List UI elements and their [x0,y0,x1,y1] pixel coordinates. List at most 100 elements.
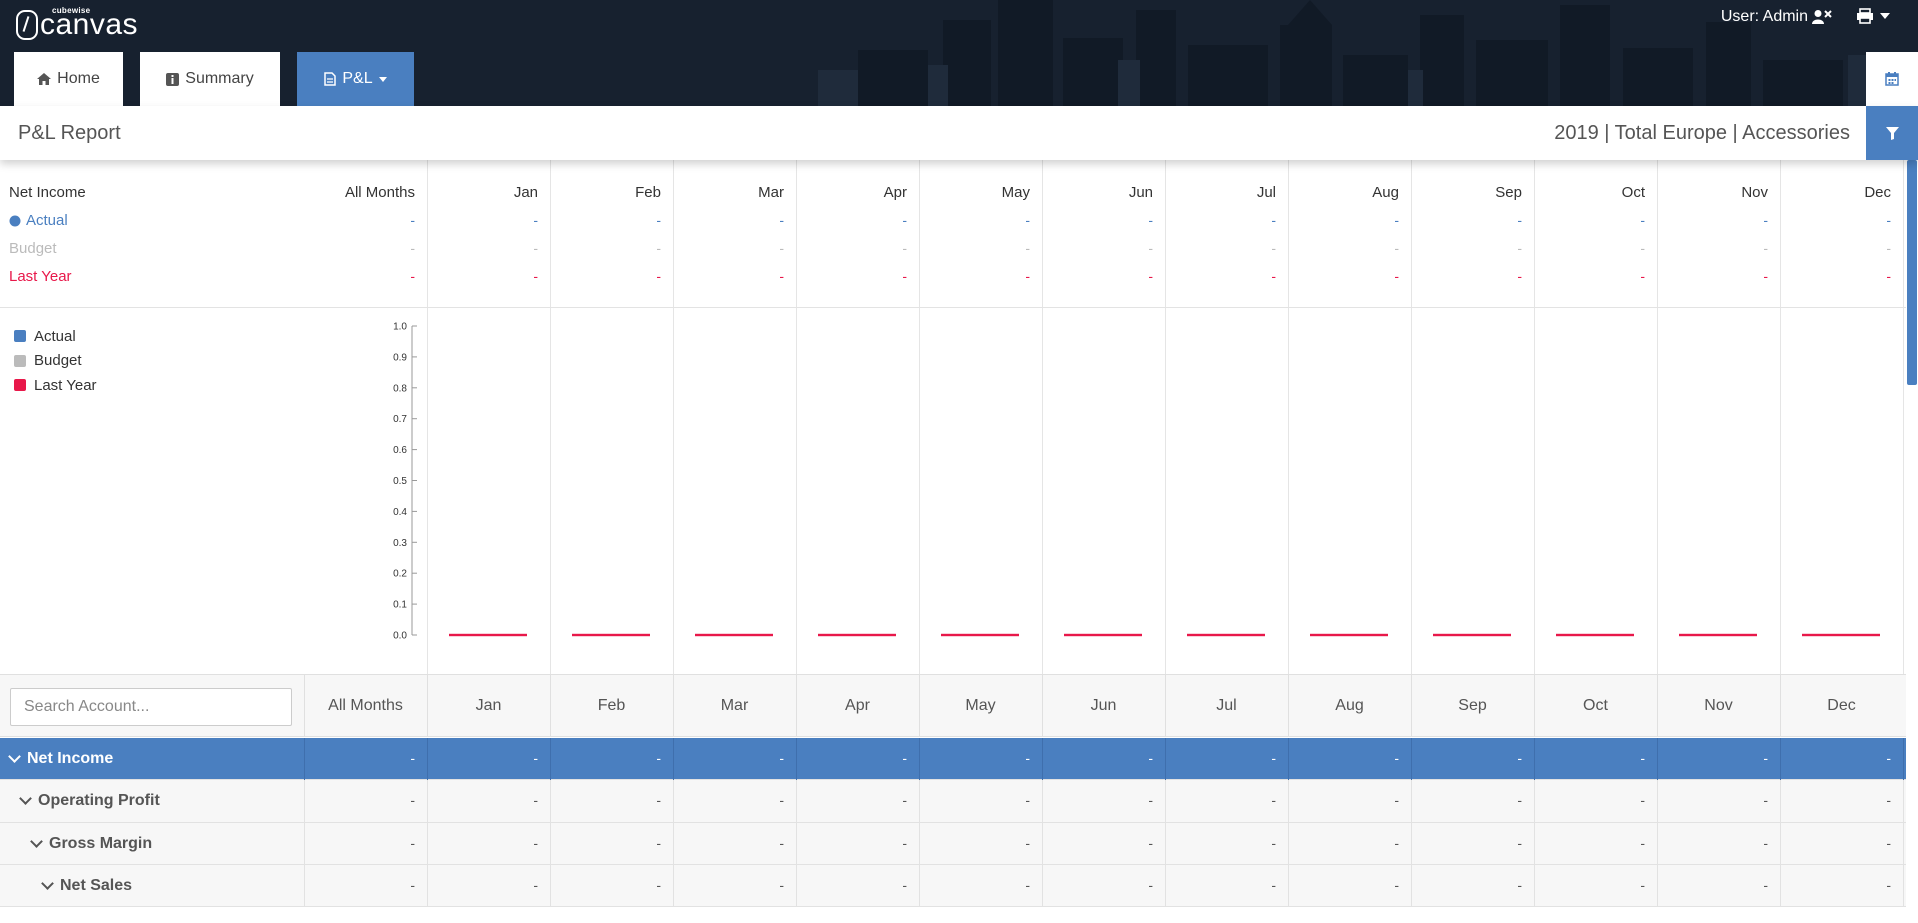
table-cell[interactable]: - [478,792,538,808]
summary-cell[interactable]: - [1585,212,1645,228]
table-cell[interactable]: - [1831,835,1891,851]
summary-cell[interactable]: - [1831,268,1891,284]
table-cell[interactable]: - [355,750,415,766]
table-cell[interactable]: - [1708,877,1768,893]
summary-budget-label[interactable]: Budget [9,240,57,257]
table-cell[interactable]: - [1339,877,1399,893]
table-cell[interactable]: - [355,835,415,851]
table-cell[interactable]: - [724,835,784,851]
summary-cell[interactable]: - [355,240,415,256]
table-cell[interactable]: - [1339,792,1399,808]
table-col-header-all-months[interactable]: All Months [304,697,427,715]
table-cell[interactable]: - [1708,792,1768,808]
summary-cell[interactable]: - [1585,268,1645,284]
summary-cell[interactable]: - [478,212,538,228]
summary-cell[interactable]: - [724,240,784,256]
summary-cell[interactable]: - [847,268,907,284]
table-cell[interactable]: - [970,835,1030,851]
summary-cell[interactable]: - [724,212,784,228]
table-cell[interactable]: - [1093,877,1153,893]
table-col-header-jul[interactable]: Jul [1165,697,1288,715]
summary-cell[interactable]: - [1093,268,1153,284]
summary-cell[interactable]: - [1339,240,1399,256]
summary-cell[interactable]: - [601,240,661,256]
summary-cell[interactable]: - [1216,268,1276,284]
chevron-down-icon[interactable] [8,750,21,763]
summary-cell[interactable]: - [970,212,1030,228]
table-row[interactable]: Gross Margin - - - - - - - - - - - - - [0,822,1906,865]
table-col-header-nov[interactable]: Nov [1657,697,1780,715]
table-cell[interactable]: - [1216,792,1276,808]
summary-actual-label[interactable]: Actual [9,212,68,229]
summary-cell[interactable]: - [355,212,415,228]
summary-cell[interactable]: - [1462,268,1522,284]
table-col-header-feb[interactable]: Feb [550,697,673,715]
table-cell[interactable]: - [970,792,1030,808]
chevron-down-icon[interactable] [30,834,43,848]
table-cell[interactable]: - [847,835,907,851]
tab-pl[interactable]: P&L [297,52,414,106]
table-cell[interactable]: - [355,877,415,893]
tab-home[interactable]: Home [14,52,123,106]
table-cell[interactable]: - [601,792,661,808]
table-cell[interactable]: - [1216,750,1276,766]
summary-cell[interactable]: - [847,212,907,228]
table-cell[interactable]: - [1708,750,1768,766]
summary-cell[interactable]: - [1462,240,1522,256]
table-col-header-oct[interactable]: Oct [1534,697,1657,715]
summary-cell[interactable]: - [601,212,661,228]
table-row[interactable]: Operating Profit - - - - - - - - - - - - - [0,780,1906,823]
table-cell[interactable]: - [724,877,784,893]
summary-cell[interactable]: - [724,268,784,284]
table-cell[interactable]: - [1093,792,1153,808]
user-menu[interactable]: User: Admin [1721,8,1832,26]
table-cell[interactable]: - [724,750,784,766]
table-cell[interactable]: - [1831,750,1891,766]
summary-cell[interactable]: - [601,268,661,284]
summary-cell[interactable]: - [1339,268,1399,284]
table-col-header-sep[interactable]: Sep [1411,697,1534,715]
table-cell[interactable]: - [1462,877,1522,893]
table-cell[interactable]: - [1462,750,1522,766]
table-row-selected[interactable]: Net Income - - - - - - - - - - - - - [0,738,1906,781]
table-cell[interactable]: - [1462,835,1522,851]
table-cell[interactable]: - [1708,835,1768,851]
table-cell[interactable]: - [1093,750,1153,766]
table-cell[interactable]: - [724,792,784,808]
summary-cell[interactable]: - [1831,212,1891,228]
summary-cell[interactable]: - [1708,212,1768,228]
table-cell[interactable]: - [601,835,661,851]
table-cell[interactable]: - [970,750,1030,766]
table-cell[interactable]: - [1585,750,1645,766]
summary-cell[interactable]: - [1708,268,1768,284]
summary-cell[interactable]: - [478,268,538,284]
table-cell[interactable]: - [847,877,907,893]
summary-cell[interactable]: - [1216,212,1276,228]
summary-cell[interactable]: - [1585,240,1645,256]
summary-last-year-label[interactable]: Last Year [9,268,72,285]
table-cell[interactable]: - [601,877,661,893]
filter-button[interactable] [1866,106,1918,160]
table-col-header-mar[interactable]: Mar [673,697,796,715]
print-menu[interactable] [1856,8,1890,24]
table-cell[interactable]: - [1585,835,1645,851]
row-label-gross-margin[interactable]: Gross Margin [30,834,152,853]
row-label-operating-profit[interactable]: Operating Profit [19,792,160,810]
summary-cell[interactable]: - [478,240,538,256]
page-scrollbar-thumb[interactable] [1907,160,1917,385]
summary-cell[interactable]: - [847,240,907,256]
search-account-input[interactable] [10,688,292,726]
table-col-header-dec[interactable]: Dec [1780,697,1903,715]
table-col-header-jun[interactable]: Jun [1042,697,1165,715]
table-cell[interactable]: - [1339,750,1399,766]
table-cell[interactable]: - [1585,877,1645,893]
table-cell[interactable]: - [1216,877,1276,893]
summary-cell[interactable]: - [1708,240,1768,256]
table-col-header-may[interactable]: May [919,697,1042,715]
summary-cell[interactable]: - [970,268,1030,284]
chevron-down-icon[interactable] [19,792,32,806]
table-col-header-apr[interactable]: Apr [796,697,919,715]
summary-cell[interactable]: - [355,268,415,284]
summary-cell[interactable]: - [1093,240,1153,256]
table-cell[interactable]: - [478,750,538,766]
